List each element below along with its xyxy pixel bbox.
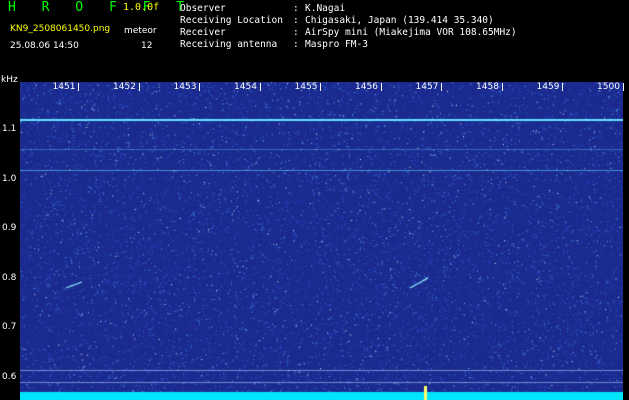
x-tick-label: 1453 <box>173 82 197 92</box>
version-label: 1.0.0f <box>123 2 160 13</box>
info-row-antenna: Receiving antenna: Maspro FM-3 <box>180 39 368 50</box>
x-tick-label: 1454 <box>234 82 257 92</box>
filename-label: KN9_2508061450.png <box>10 24 111 34</box>
info-key: Receiver <box>180 27 226 38</box>
info-key: Receiving Location <box>180 15 283 26</box>
x-tick-label: 1458 <box>476 82 499 92</box>
x-tick-label: 1456 <box>355 82 378 92</box>
info-value: AirSpy mini (Miakejima VOR 108.65MHz) <box>305 27 517 38</box>
info-key: Receiving antenna <box>180 39 278 50</box>
info-row-receiver: Receiver: AirSpy mini (Miakejima VOR 108.… <box>180 27 517 38</box>
frequency-unit-label: kHz <box>1 75 18 85</box>
x-tick <box>622 83 624 91</box>
info-key: Observer <box>180 3 226 14</box>
y-tick-label: 0.9 <box>2 223 17 233</box>
info-value: K.Nagai <box>305 3 346 14</box>
x-tick <box>441 83 442 91</box>
x-tick <box>78 83 79 91</box>
datetime-label: 25.08.06 14:50 <box>10 41 79 51</box>
meteor-count: 12 <box>141 41 153 51</box>
y-tick-label: 1.1 <box>2 124 17 134</box>
x-tick <box>562 83 563 91</box>
x-tick-label: 1500 <box>597 82 620 92</box>
x-tick <box>199 83 200 91</box>
hrofft-logo: H R O F F T <box>8 0 194 15</box>
x-tick-label: 1455 <box>294 82 318 92</box>
spectrogram-canvas <box>20 82 623 400</box>
x-tick-label: 1452 <box>113 82 136 92</box>
x-tick-label: 1457 <box>415 82 439 92</box>
x-tick <box>501 83 503 91</box>
x-tick <box>138 83 140 91</box>
y-tick-label: 1.0 <box>2 174 17 184</box>
spectrogram <box>20 82 623 400</box>
y-tick-label: 0.8 <box>2 273 17 283</box>
x-tick <box>380 83 382 91</box>
station-info: Observer: K.Nagai Receiving Location: Chig… <box>180 3 517 51</box>
info-value: Chigasaki, Japan (139.414 35.340) <box>305 15 494 26</box>
info-row-location: Receiving Location: Chigasaki, Japan (139… <box>180 15 494 26</box>
info-value: Maspro FM-3 <box>305 39 368 50</box>
x-tick <box>320 83 321 91</box>
meteor-label: meteor <box>124 26 157 36</box>
x-tick-label: 1459 <box>536 82 560 92</box>
y-tick-label: 0.6 <box>2 372 17 382</box>
x-tick-label: 1451 <box>52 82 76 92</box>
header: H R O F F T 1.0.0f KN9_2508061450.png me… <box>0 0 629 72</box>
y-tick-label: 0.7 <box>2 322 17 332</box>
info-row-observer: Observer: K.Nagai <box>180 3 346 14</box>
x-tick <box>259 83 261 91</box>
